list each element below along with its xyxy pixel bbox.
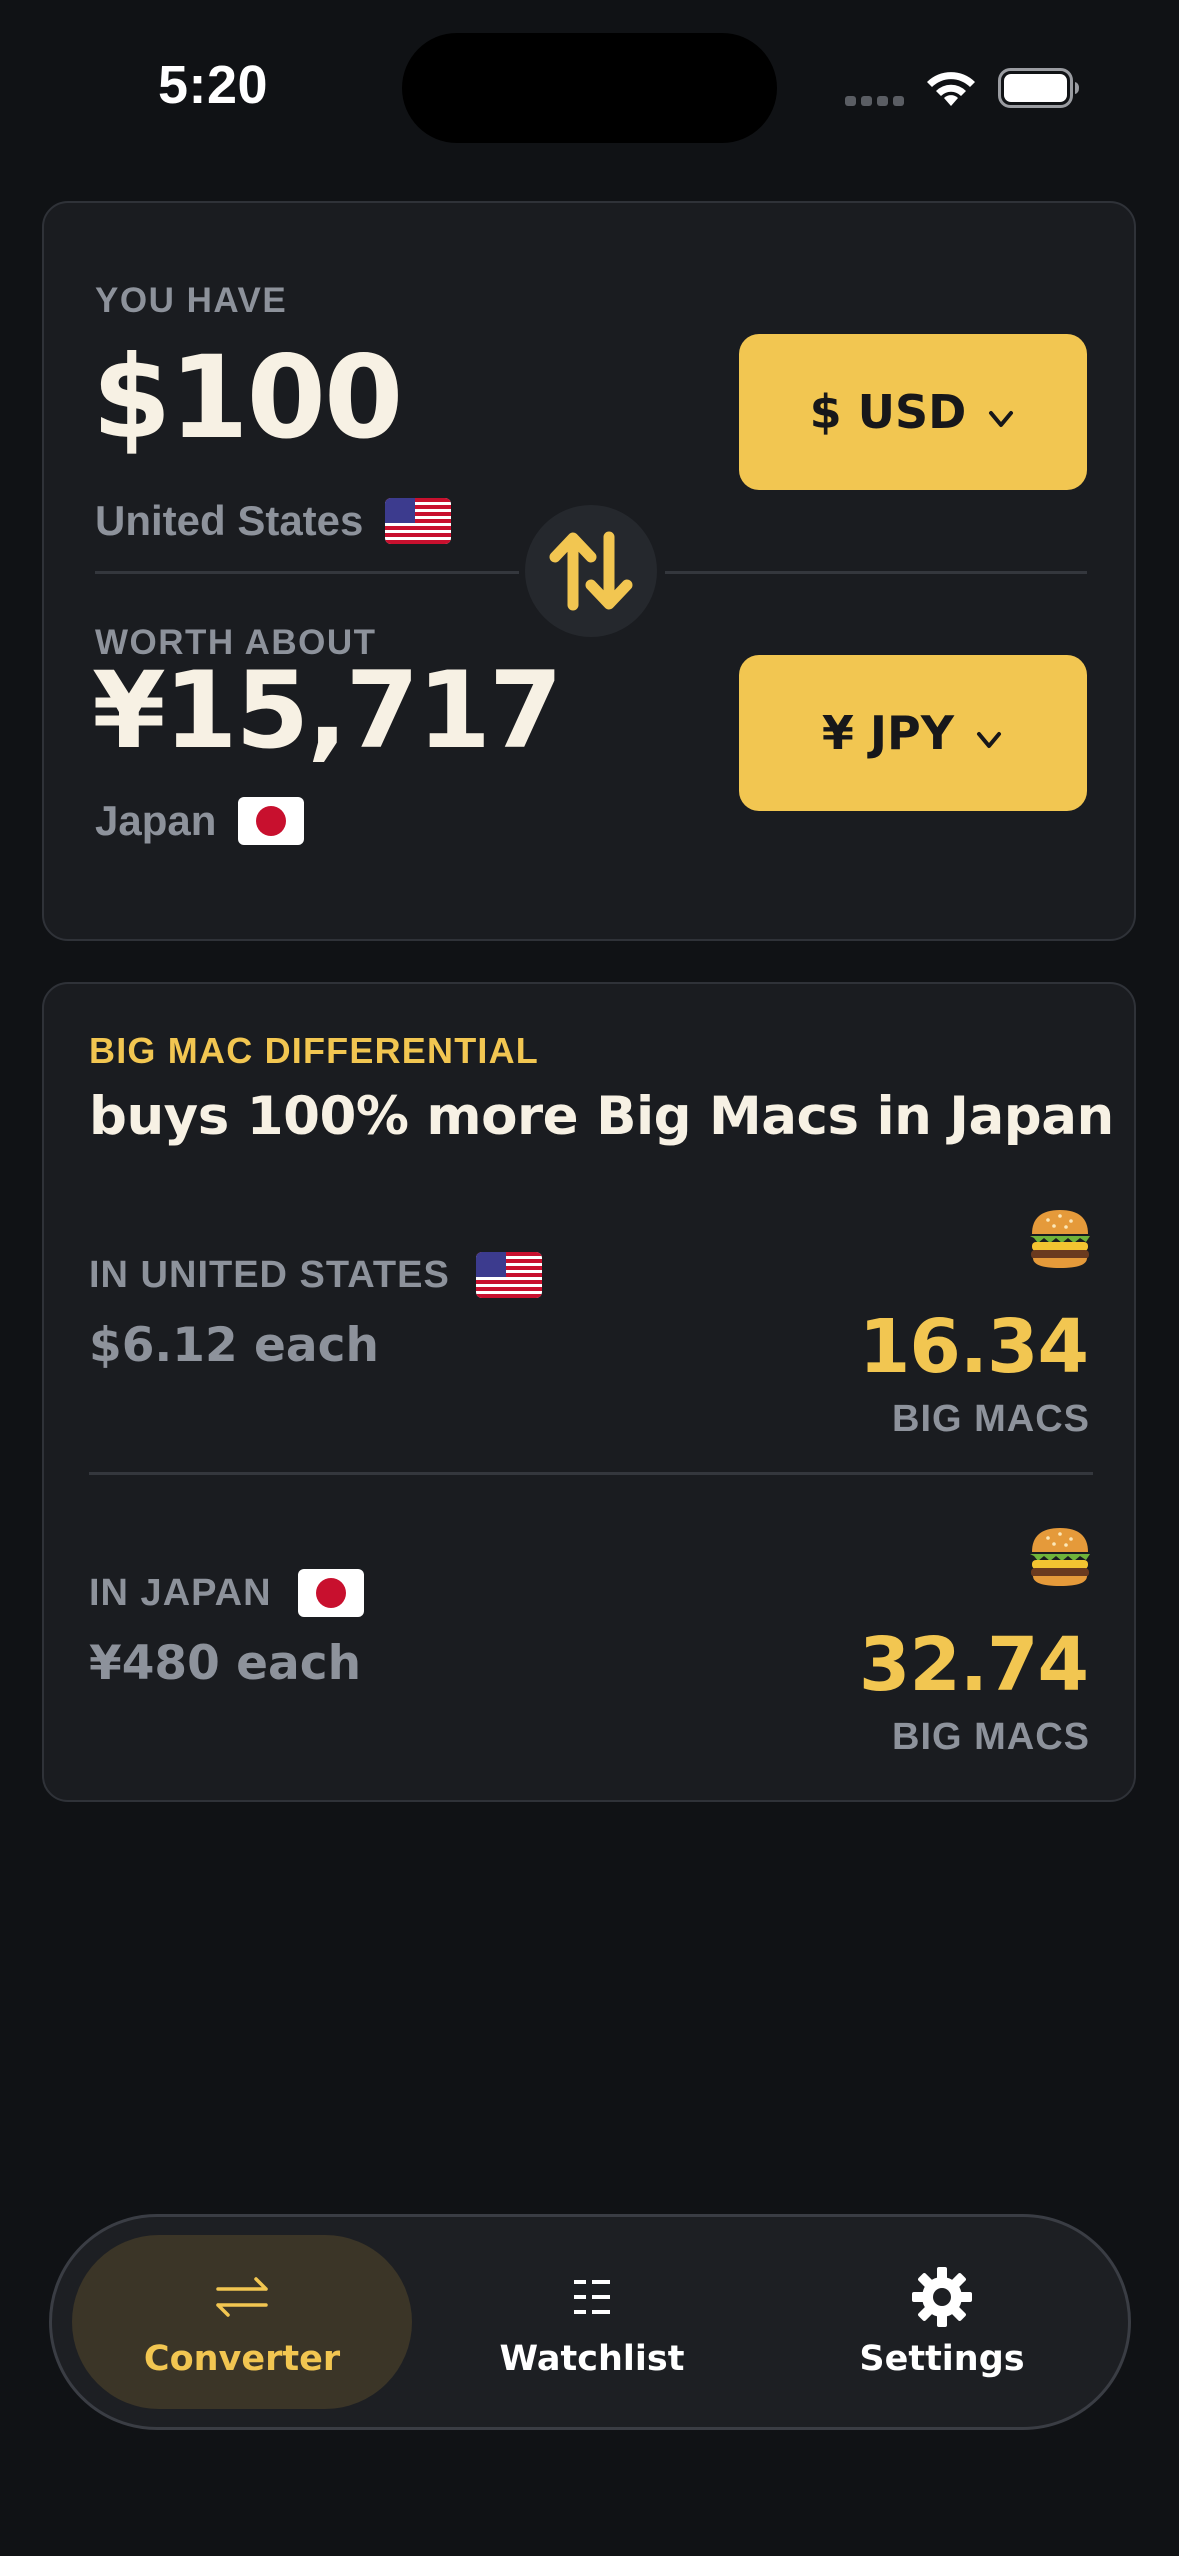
gear-icon <box>912 2267 972 2327</box>
big-mac-unit-japan: BIG MACS <box>892 1716 1090 1758</box>
swap-arrows-icon <box>549 531 633 611</box>
from-amount[interactable]: $100 <box>92 331 403 464</box>
dynamic-island <box>402 33 777 143</box>
region-price-japan: ¥480 each <box>89 1636 362 1691</box>
status-bar: 5:20 <box>0 0 1179 170</box>
chevron-down-icon <box>977 732 1002 748</box>
converter-card: YOU HAVE $100 United States $ USD WORTH … <box>42 201 1136 941</box>
us-flag-icon <box>385 498 452 544</box>
list-icon <box>574 2280 610 2314</box>
status-time: 5:20 <box>158 55 269 115</box>
from-currency-label: $ USD <box>809 385 967 439</box>
battery-icon <box>998 68 1079 108</box>
burger-icon <box>1030 1528 1090 1586</box>
tab-watchlist[interactable]: Watchlist <box>422 2235 762 2409</box>
japan-flag-icon <box>238 797 305 845</box>
to-currency-label: ¥ JPY <box>821 706 955 760</box>
big-mac-card: BIG MAC DIFFERENTIAL buys 100% more Big … <box>42 982 1136 1802</box>
region-label-text: IN UNITED STATES <box>89 1253 450 1296</box>
tab-converter[interactable]: Converter <box>72 2235 412 2409</box>
tab-watchlist-label: Watchlist <box>499 2339 685 2379</box>
divider-left <box>95 571 519 574</box>
to-amount: ¥15,717 <box>92 649 563 772</box>
burger-icon <box>1030 1210 1090 1268</box>
region-label-japan: IN JAPAN <box>89 1569 364 1617</box>
chevron-down-icon <box>989 411 1014 427</box>
tab-settings-label: Settings <box>859 2339 1025 2379</box>
region-label-text: IN JAPAN <box>89 1571 272 1614</box>
tab-converter-label: Converter <box>143 2339 341 2379</box>
wifi-icon <box>927 72 975 106</box>
region-price-us: $6.12 each <box>89 1318 379 1373</box>
japan-flag-icon <box>297 1569 364 1617</box>
divider-right <box>665 571 1087 574</box>
cellular-signal-icon <box>845 96 904 106</box>
swap-currencies-button[interactable] <box>525 505 657 637</box>
to-country: Japan <box>95 797 305 845</box>
from-currency-button[interactable]: $ USD <box>739 334 1087 490</box>
from-country-name: United States <box>95 497 364 544</box>
big-mac-count-us: 16.34 <box>858 1304 1089 1390</box>
swap-arrows-icon <box>216 2277 268 2317</box>
tab-bar: Converter Watchlist Settings <box>49 2214 1131 2430</box>
to-country-name: Japan <box>95 797 217 844</box>
to-currency-button[interactable]: ¥ JPY <box>739 655 1087 811</box>
big-mac-unit-us: BIG MACS <box>892 1398 1090 1440</box>
big-mac-kicker: BIG MAC DIFFERENTIAL <box>89 1030 539 1071</box>
big-mac-headline: buys 100% more Big Macs in Japan <box>89 1086 1114 1147</box>
region-divider <box>89 1472 1093 1475</box>
tab-settings[interactable]: Settings <box>772 2235 1112 2409</box>
from-label: YOU HAVE <box>95 281 288 320</box>
big-mac-count-japan: 32.74 <box>858 1622 1089 1708</box>
us-flag-icon <box>475 1252 542 1298</box>
from-country: United States <box>95 497 452 545</box>
region-label-us: IN UNITED STATES <box>89 1252 542 1298</box>
